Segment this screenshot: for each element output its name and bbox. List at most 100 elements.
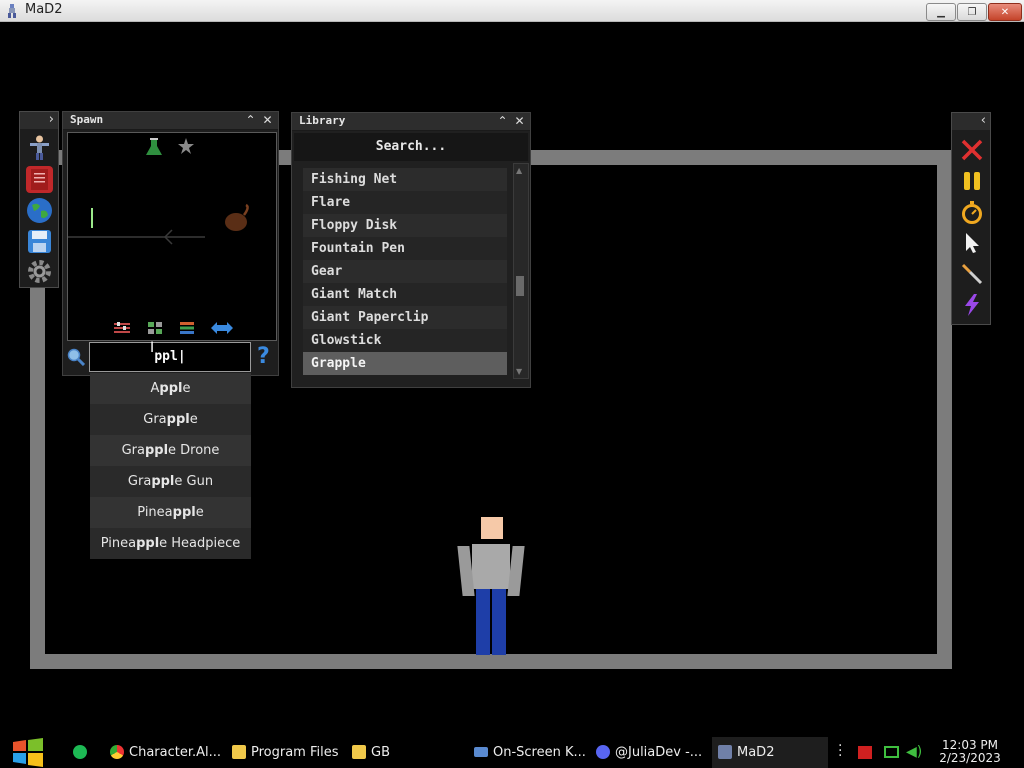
question-icon[interactable]: ? bbox=[257, 346, 275, 368]
chevron-right-icon[interactable]: › bbox=[49, 112, 54, 127]
volume-icon[interactable]: ◀) bbox=[906, 744, 922, 760]
close-icon: ✕ bbox=[1000, 6, 1010, 18]
taskbar-item-gb[interactable]: GB bbox=[346, 737, 462, 768]
taskbar-item-chrome[interactable]: Character.Al... bbox=[104, 737, 222, 768]
taskbar-item-discord[interactable]: @JuliaDev -... bbox=[590, 737, 708, 768]
ragdoll-character[interactable] bbox=[457, 517, 525, 657]
taskbar-item-label: MaD2 bbox=[737, 745, 775, 760]
spawn-panel-title: Spawn bbox=[70, 113, 104, 126]
library-item[interactable]: Gear bbox=[303, 260, 507, 283]
character-icon[interactable] bbox=[26, 134, 53, 161]
discord-icon bbox=[596, 745, 610, 759]
more-icon[interactable]: · · · bbox=[838, 739, 842, 763]
character-torso bbox=[472, 544, 510, 589]
right-toolbar: ‹ bbox=[951, 112, 991, 325]
library-item[interactable]: Giant Paperclip bbox=[303, 306, 507, 329]
taskbar-item-onscreen-keyboard[interactable]: On-Screen K... bbox=[468, 737, 586, 768]
stopwatch-icon[interactable] bbox=[960, 200, 984, 224]
taskbar-item-program-files[interactable]: Program Files bbox=[226, 737, 338, 768]
taskbar-item-label: @JuliaDev -... bbox=[615, 745, 703, 760]
taskbar-item-spotify[interactable] bbox=[60, 737, 100, 768]
pause-icon[interactable] bbox=[960, 169, 984, 193]
book-icon[interactable] bbox=[26, 166, 53, 193]
globe-icon[interactable] bbox=[26, 197, 53, 224]
taskbar-item-label: Character.Al... bbox=[129, 745, 222, 760]
mad2-app-icon bbox=[8, 4, 16, 18]
suggestion-item[interactable]: Grapple Gun bbox=[90, 466, 251, 497]
scroll-up-icon[interactable]: ▲ bbox=[516, 166, 522, 175]
folder-icon bbox=[232, 745, 246, 759]
delete-x-icon[interactable] bbox=[960, 138, 984, 162]
minimize-button[interactable]: ▁ bbox=[926, 3, 956, 21]
spawn-search-input[interactable]: ppl| bbox=[89, 342, 251, 372]
knife-icon[interactable] bbox=[960, 262, 984, 286]
list-view-icon[interactable] bbox=[179, 320, 195, 334]
text-cursor-icon: I bbox=[150, 340, 155, 356]
window-titlebar: MaD2 ▁ ❐ ✕ bbox=[0, 0, 1024, 22]
arrow-preview bbox=[68, 229, 205, 245]
library-item[interactable]: Glowstick bbox=[303, 329, 507, 352]
spawn-preview-viewport[interactable] bbox=[67, 132, 277, 341]
search-suggestions-dropdown: Apple Grapple Grapple Drone Grapple Gun … bbox=[90, 373, 251, 559]
flag-icon[interactable] bbox=[858, 746, 872, 759]
taskbar: Character.Al... Program Files GB On-Scre… bbox=[0, 737, 1024, 768]
library-scrollbar-thumb[interactable] bbox=[516, 276, 524, 297]
folder-icon bbox=[352, 745, 366, 759]
library-panel: Library ⌃ ✕ Search... Fishing Net Flare … bbox=[291, 112, 531, 388]
minimize-icon: ▁ bbox=[937, 6, 945, 18]
close-icon[interactable]: ✕ bbox=[260, 113, 275, 128]
lightning-icon[interactable] bbox=[960, 293, 984, 317]
library-item[interactable]: Floppy Disk bbox=[303, 214, 507, 237]
chevron-up-icon[interactable]: ⌃ bbox=[495, 114, 510, 129]
library-scrollbar[interactable]: ▲ ▼ bbox=[513, 163, 529, 379]
character-head bbox=[481, 517, 503, 539]
filter-sliders-icon[interactable] bbox=[113, 320, 131, 334]
suggestion-item[interactable]: Pineapple bbox=[90, 497, 251, 528]
save-icon[interactable] bbox=[26, 228, 53, 255]
magnifier-icon bbox=[67, 348, 86, 367]
chevron-up-icon[interactable]: ⌃ bbox=[243, 113, 258, 128]
library-item[interactable]: Flare bbox=[303, 191, 507, 214]
suggestion-item[interactable]: Grapple bbox=[90, 404, 251, 435]
flask-icon[interactable] bbox=[146, 138, 162, 155]
library-item-list: Fishing Net Flare Floppy Disk Fountain P… bbox=[303, 168, 507, 378]
spotify-icon bbox=[73, 745, 87, 759]
close-button[interactable]: ✕ bbox=[988, 3, 1022, 21]
library-item-selected[interactable]: Grapple bbox=[303, 352, 507, 375]
library-panel-title: Library bbox=[299, 114, 346, 127]
library-item[interactable]: Giant Match bbox=[303, 283, 507, 306]
chevron-left-icon[interactable]: ‹ bbox=[981, 113, 986, 128]
taskbar-item-label: Program Files bbox=[251, 745, 338, 760]
network-icon[interactable] bbox=[884, 746, 899, 758]
pointer-icon[interactable] bbox=[960, 231, 984, 255]
close-icon[interactable]: ✕ bbox=[512, 114, 527, 129]
scroll-down-icon[interactable]: ▼ bbox=[516, 367, 522, 376]
restore-icon: ❐ bbox=[967, 6, 977, 18]
left-rail-header: › bbox=[20, 112, 58, 129]
start-button[interactable] bbox=[0, 737, 58, 768]
taskbar-item-label: On-Screen K... bbox=[493, 745, 586, 760]
taskbar-clock[interactable]: 12:03 PM 2/23/2023 bbox=[934, 739, 1006, 765]
swap-arrows-icon[interactable] bbox=[211, 320, 233, 334]
character-right-leg bbox=[492, 589, 506, 655]
character-left-leg bbox=[476, 589, 490, 655]
windows-start-icon bbox=[13, 738, 43, 767]
library-search-input[interactable]: Search... bbox=[294, 133, 528, 161]
mad2-app-icon bbox=[718, 745, 732, 759]
taskbar-item-mad2[interactable]: MaD2 bbox=[712, 737, 828, 768]
restore-button[interactable]: ❐ bbox=[957, 3, 987, 21]
suggestion-item[interactable]: Grapple Drone bbox=[90, 435, 251, 466]
grid-view-icon[interactable] bbox=[147, 320, 163, 334]
star-icon[interactable] bbox=[178, 138, 194, 154]
clock-date: 2/23/2023 bbox=[939, 751, 1001, 765]
suggestion-item[interactable]: Apple bbox=[90, 373, 251, 404]
suggestion-item[interactable]: Pineapple Headpiece bbox=[90, 528, 251, 559]
library-item[interactable]: Fishing Net bbox=[303, 168, 507, 191]
grapple-hook-preview bbox=[225, 203, 249, 231]
glowstick-preview bbox=[91, 208, 93, 228]
gear-icon[interactable] bbox=[26, 258, 53, 285]
taskbar-item-label: GB bbox=[371, 745, 390, 760]
library-panel-header: Library ⌃ ✕ bbox=[292, 113, 530, 131]
library-item[interactable]: Fountain Pen bbox=[303, 237, 507, 260]
right-toolbar-header: ‹ bbox=[952, 113, 990, 130]
